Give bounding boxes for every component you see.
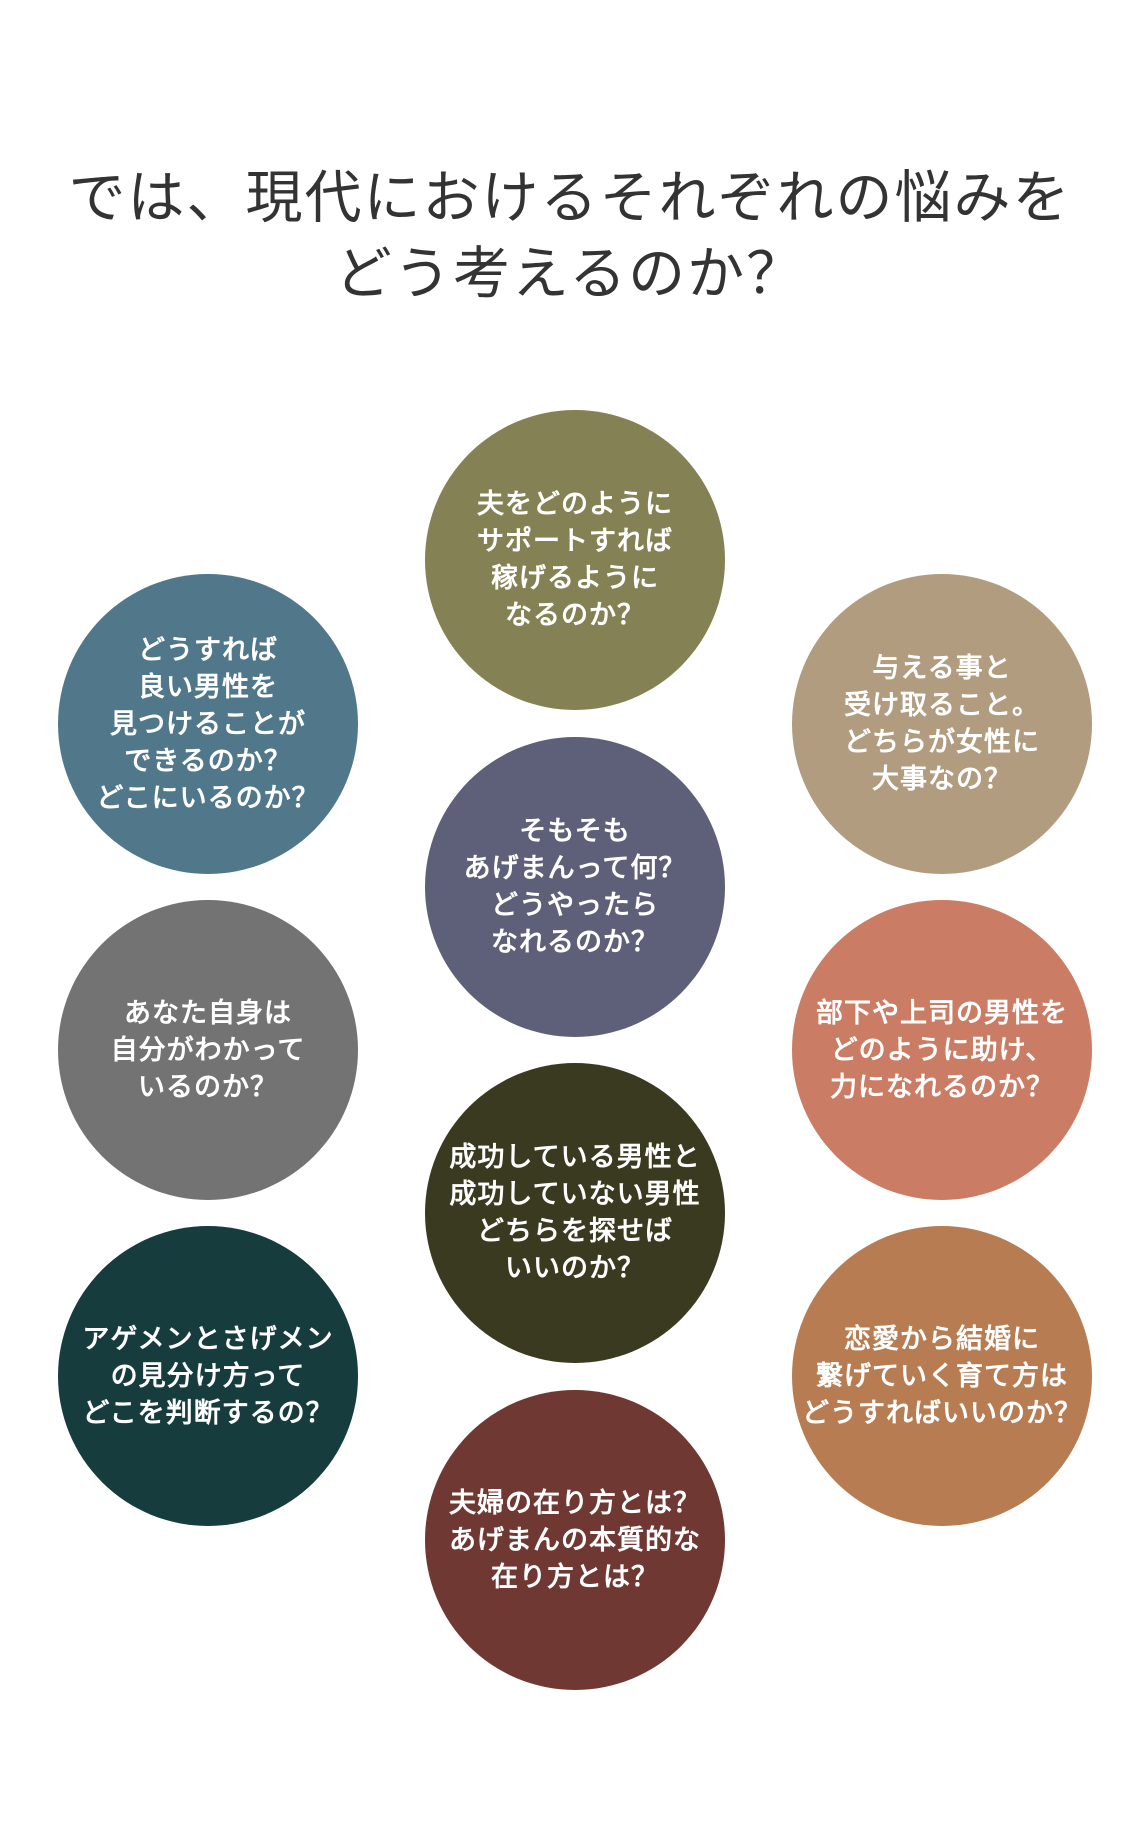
topic-circle-text: あなた自身は 自分がわかって いるのか？ [111,995,306,1106]
topic-circle-what-is-ageman: そもそも あげまんって何？ どうやったら なれるのか？ [425,737,725,1037]
topic-line: どのように助け、 [830,1034,1054,1066]
topic-line: どこにいるのか？ [96,782,320,814]
topic-circle-know-yourself: あなた自身は 自分がわかって いるのか？ [58,900,358,1200]
topic-line: あなた自身は [124,997,292,1029]
topic-line: どうやったら [491,890,659,921]
topic-line: 受け取ること。 [844,690,1040,721]
topic-line: 成功している男性と [449,1142,701,1173]
topic-line: どこを判断するの？ [82,1397,334,1429]
topic-circle-give-receive: 与える事と 受け取ること。 どちらが女性に 大事なの？ [792,574,1092,874]
topic-line: できるのか？ [124,745,292,777]
topic-line: あげまんの本質的な [449,1524,701,1556]
topic-line: アゲメンとさげメン [82,1323,334,1355]
heading-line-1: では、現代におけるそれぞれの悩みを [68,165,1072,231]
topic-line: いるのか？ [138,1071,278,1103]
topic-circle-help-colleagues: 部下や上司の男性を どのように助け、 力になれるのか？ [792,900,1092,1200]
topic-line: 見つけることが [109,708,306,740]
topic-line: そもそも [519,816,631,847]
topic-line: 稼げるように [491,563,659,594]
topic-circle-text: 夫をどのように サポートすれば 稼げるように なるのか？ [477,486,673,634]
topic-line: 繋げていく育て方は [816,1360,1068,1392]
topic-circle-text: 恋愛から結婚に 繋げていく育て方は どうすればいいのか？ [802,1321,1082,1432]
topic-circle-text: 与える事と 受け取ること。 どちらが女性に 大事なの？ [844,650,1040,798]
topic-line: どちらを探せば [476,1216,673,1247]
topic-line: 在り方とは？ [491,1561,659,1593]
topic-line: の見分け方って [110,1360,306,1392]
topic-circle-text: アゲメンとさげメン の見分け方って どこを判断するの？ [82,1321,333,1432]
topic-line: なれるのか？ [491,927,659,958]
topic-line: どうすれば [137,634,278,666]
heading-line-2: どう考えるのか？ [334,241,806,307]
topic-line: 力になれるのか？ [830,1071,1054,1103]
topic-line: 成功していない男性 [449,1179,701,1210]
topic-line: あげまんって何？ [463,853,687,884]
topic-line: なるのか？ [505,600,645,631]
topic-circle-agemen-sagemen: アゲメンとさげメン の見分け方って どこを判断するの？ [58,1226,358,1526]
topic-circle-text: どうすれば 良い男性を 見つけることが できるのか？ どこにいるのか？ [96,632,319,817]
topic-line: 良い男性を [137,671,278,703]
topic-line: どうすればいいのか？ [802,1397,1082,1429]
topic-circle-love-to-marriage: 恋愛から結婚に 繋げていく育て方は どうすればいいのか？ [792,1226,1092,1526]
topic-circle-marriage-essence: 夫婦の在り方とは？ あげまんの本質的な 在り方とは？ [425,1390,725,1690]
topic-circle-support-husband: 夫をどのように サポートすれば 稼げるように なるのか？ [425,410,725,710]
topic-circle-text: 部下や上司の男性を どのように助け、 力になれるのか？ [816,995,1068,1106]
topic-circle-text: 夫婦の在り方とは？ あげまんの本質的な 在り方とは？ [449,1485,701,1596]
topic-line: 与える事と [872,653,1012,684]
topic-circle-text: 成功している男性と 成功していない男性 どちらを探せば いいのか？ [449,1139,700,1287]
topic-line: どちらが女性に [844,727,1040,758]
topic-circle-successful-men: 成功している男性と 成功していない男性 どちらを探せば いいのか？ [425,1063,725,1363]
topic-line: 夫をどのように [477,489,673,520]
topic-line: 大事なの？ [872,764,1012,795]
topic-circle-find-good-man: どうすれば 良い男性を 見つけることが できるのか？ どこにいるのか？ [58,574,358,874]
topic-circle-text: そもそも あげまんって何？ どうやったら なれるのか？ [464,813,687,961]
page-heading: では、現代におけるそれぞれの悩みを どう考えるのか？ [0,160,1140,312]
topic-line: いいのか？ [504,1253,645,1284]
topic-line: 夫婦の在り方とは？ [449,1487,701,1519]
topic-line: 自分がわかって [110,1034,306,1066]
topic-line: サポートすれば [477,526,673,557]
topic-line: 恋愛から結婚に [844,1323,1040,1355]
topic-line: 部下や上司の男性を [816,997,1068,1029]
